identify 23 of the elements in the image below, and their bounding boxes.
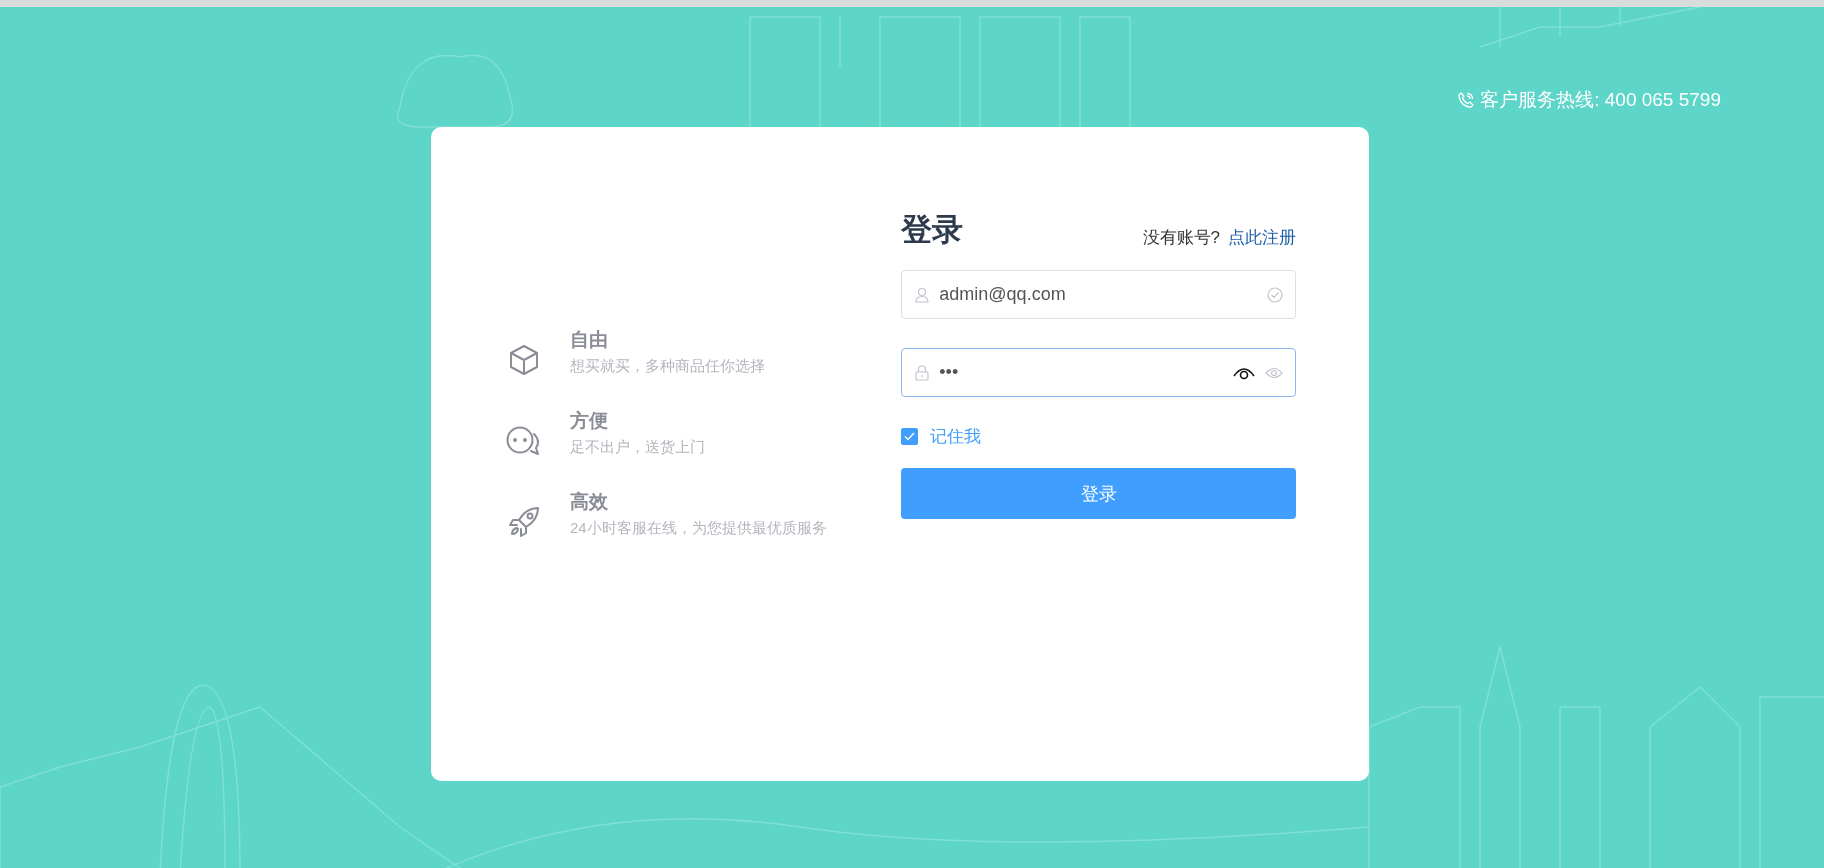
password-field[interactable]: ••• [901, 348, 1296, 397]
rocket-icon [508, 506, 540, 538]
feature-title: 自由 [570, 328, 609, 352]
no-account-prompt: 没有账号? [1142, 227, 1220, 249]
eye-icon[interactable] [1233, 365, 1255, 380]
user-icon [915, 286, 930, 303]
feature-title: 方便 [570, 409, 609, 433]
lock-icon [915, 364, 930, 381]
username-input[interactable]: admin@qq.com [939, 284, 1257, 305]
feature-description: 想买就买，多种商品任你选择 [570, 357, 765, 376]
checkmark-icon [904, 432, 916, 441]
cube-icon [509, 344, 539, 376]
phone-icon [1458, 92, 1475, 108]
register-link[interactable]: 点此注册 [1228, 226, 1296, 249]
feature-title: 高效 [570, 490, 609, 514]
hotline-text: 客户服务热线: 400 065 5799 [1480, 88, 1721, 112]
remember-label: 记住我 [930, 426, 982, 448]
remember-checkbox[interactable] [901, 428, 919, 445]
username-field[interactable]: admin@qq.com [901, 270, 1296, 319]
feature-description: 足不出户，送货上门 [570, 438, 705, 457]
login-title: 登录 [901, 211, 964, 249]
feature-description: 24小时客服在线，为您提供最优质服务 [570, 519, 827, 538]
password-input[interactable]: ••• [939, 362, 1223, 383]
